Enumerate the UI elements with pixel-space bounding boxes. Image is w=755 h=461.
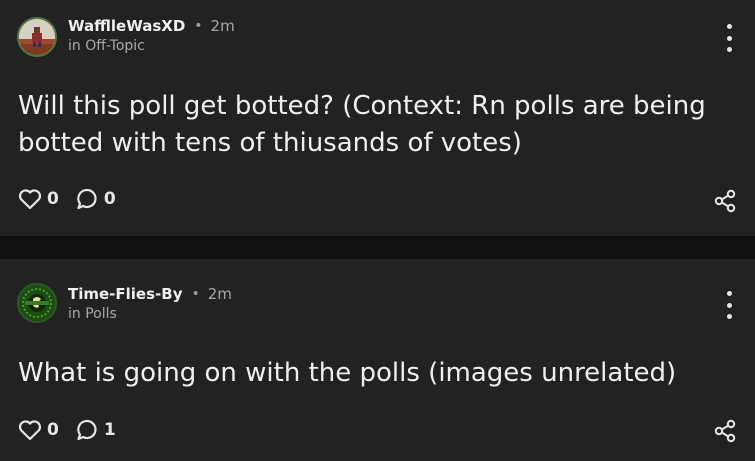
heart-outline-icon: [18, 420, 42, 441]
post-body[interactable]: Will this poll get botted? (Context: Rn …: [18, 88, 715, 162]
author-name[interactable]: Time-Flies-By: [68, 285, 182, 303]
comment-button[interactable]: 0: [75, 187, 116, 211]
author-line: Time-Flies-By • 2m: [68, 285, 232, 303]
comment-button[interactable]: 1: [75, 418, 116, 442]
vertical-ellipsis-icon[interactable]: [723, 24, 735, 52]
like-button[interactable]: 0: [18, 188, 59, 210]
share-icon: [714, 419, 736, 443]
share-icon: [714, 189, 736, 213]
like-count: 0: [47, 420, 59, 440]
post-card[interactable]: Time-Flies-By • 2m in Polls What is goin…: [0, 259, 755, 461]
post-feed: WafflleWasXD • 2m in Off-Topic Will this…: [0, 0, 755, 461]
post-time: 2m: [207, 285, 232, 303]
separator-dot: •: [191, 286, 200, 302]
author-name[interactable]: WafflleWasXD: [68, 17, 185, 35]
comment-count: 1: [103, 420, 116, 440]
post-time: 2m: [210, 17, 235, 35]
avatar-image: [19, 19, 55, 55]
speech-bubble-icon: [77, 419, 97, 441]
vertical-ellipsis-icon[interactable]: [723, 291, 735, 319]
post-actions: 0 0: [18, 187, 132, 211]
community-link[interactable]: in Off-Topic: [68, 38, 145, 54]
heart-outline-icon: [18, 189, 42, 210]
post-body[interactable]: What is going on with the polls (images …: [18, 355, 715, 392]
avatar[interactable]: [17, 17, 57, 57]
share-button[interactable]: [713, 189, 737, 217]
post-actions: 0 1: [18, 418, 132, 442]
speech-bubble-icon: [77, 188, 97, 210]
share-button[interactable]: [713, 419, 737, 447]
like-count: 0: [47, 189, 59, 209]
post-card[interactable]: WafflleWasXD • 2m in Off-Topic Will this…: [0, 0, 755, 236]
avatar[interactable]: [17, 283, 57, 323]
like-button[interactable]: 0: [18, 419, 59, 441]
avatar-image: [19, 285, 55, 321]
author-line: WafflleWasXD • 2m: [68, 17, 235, 35]
separator-dot: •: [194, 18, 203, 34]
comment-count: 0: [103, 189, 116, 209]
community-link[interactable]: in Polls: [68, 306, 117, 322]
